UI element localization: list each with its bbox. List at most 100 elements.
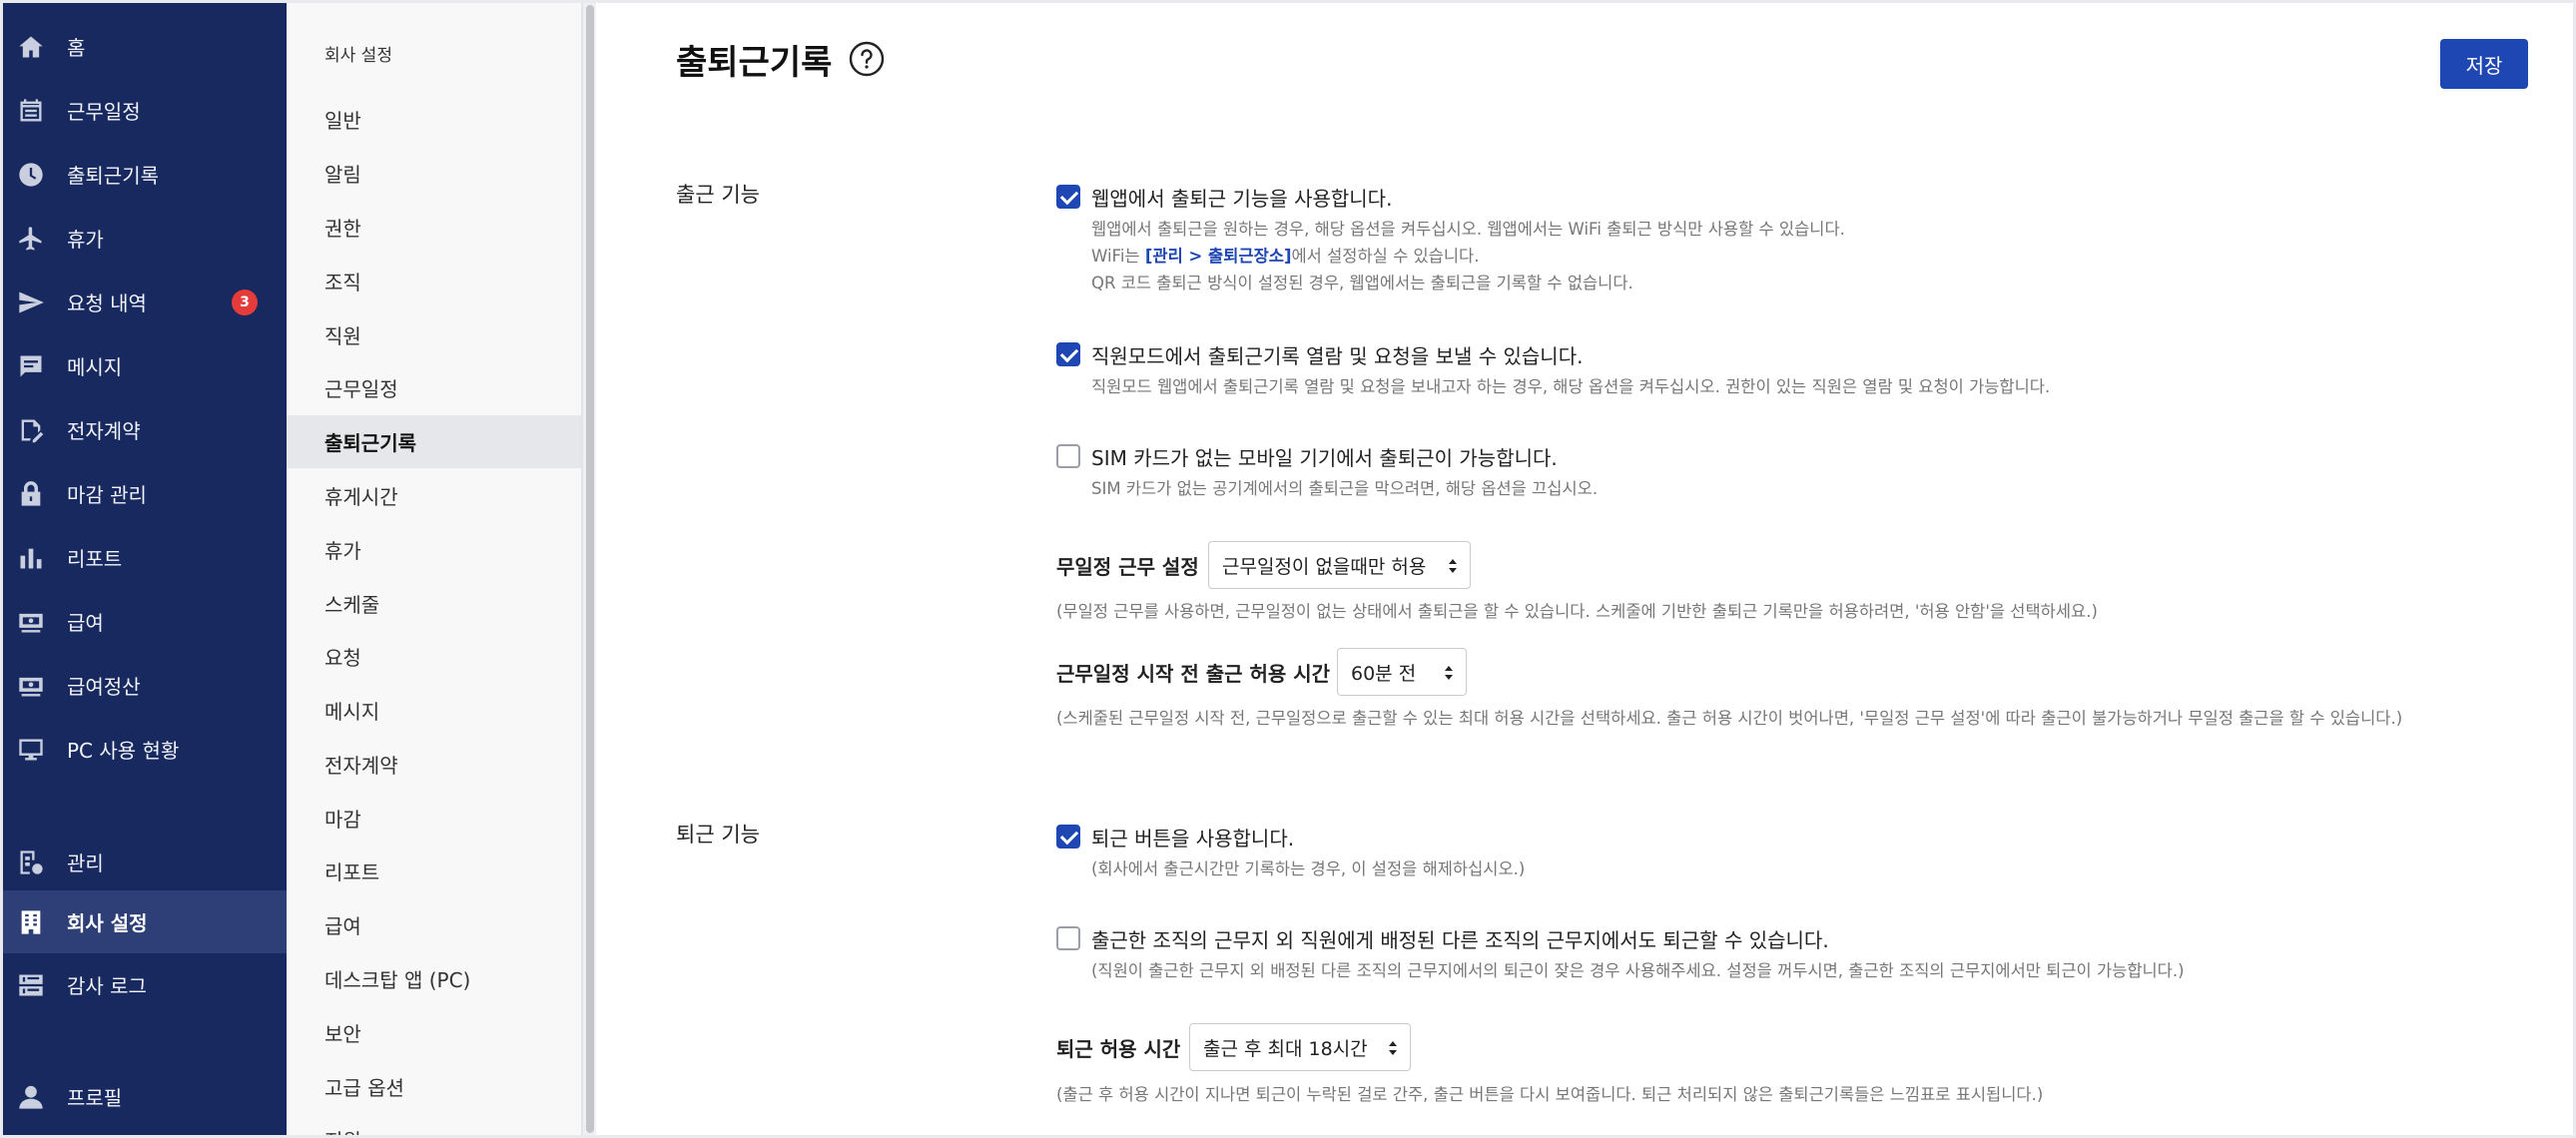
primary-nav: 홈 근무일정 출퇴근기록 휴가 요청 내역 3 메시지 전자계약 마감 관리 리… [3, 3, 287, 1135]
other-org-clock-out-checkbox[interactable] [1056, 926, 1080, 950]
app-window: 홈 근무일정 출퇴근기록 휴가 요청 내역 3 메시지 전자계약 마감 관리 리… [3, 3, 2573, 1135]
subnav-item-payroll[interactable]: 급여 [287, 898, 581, 951]
subnav-item-schedule[interactable]: 근무일정 [287, 361, 581, 414]
nav-item-company-settings[interactable]: 회사 설정 [3, 890, 287, 953]
subnav-item-desktop-app[interactable]: 데스크탑 앱 (PC) [287, 952, 581, 1005]
notification-badge: 3 [232, 288, 258, 315]
select-value: 출근 후 최대 18시간 [1203, 1037, 1368, 1060]
clock-out-allow-time-select[interactable]: 출근 후 최대 18시간 [1189, 1023, 1411, 1071]
option-description: (직원이 출근한 근무지 외 배정된 다른 조직의 근무지에서의 퇴근이 잦은 … [1091, 961, 2185, 980]
nav-item-admin[interactable]: 관리 [3, 831, 287, 893]
subnav-item-attendance[interactable]: 출퇴근기록 [287, 415, 581, 468]
nav-item-label: 출퇴근기록 [67, 164, 159, 188]
nav-item-report[interactable]: 리포트 [3, 526, 287, 589]
unscheduled-work-label: 무일정 근무 설정 [1056, 555, 1199, 579]
option-description: 웹앱에서 출퇴근을 원하는 경우, 해당 옵션을 켜두십시오. 웹앱에서는 Wi… [1091, 220, 1845, 239]
nav-item-requests[interactable]: 요청 내역 3 [3, 271, 287, 333]
clock-out-allow-time-note: (출근 후 허용 시간이 지나면 퇴근이 누락된 걸로 간주, 출근 버튼을 다… [1056, 1085, 2044, 1104]
settings-subnav: 회사 설정 일반 알림 권한 조직 직원 근무일정 출퇴근기록 휴게시간 휴가 … [287, 3, 582, 1135]
early-clock-in-note: (스케줄된 근무일정 시작 전, 근무일정으로 출근할 수 있는 최대 허용 시… [1056, 709, 2403, 728]
subnav-item-employees[interactable]: 직원 [287, 308, 581, 361]
subnav-item-advanced[interactable]: 고급 옵션 [287, 1060, 581, 1113]
unscheduled-work-select[interactable]: 근무일정이 없을때만 허용 [1208, 541, 1471, 589]
subnav-item-general[interactable]: 일반 [287, 93, 581, 146]
nav-item-e-contract[interactable]: 전자계약 [3, 398, 287, 461]
option-label: SIM 카드가 없는 모바일 기기에서 출퇴근이 가능합니다. [1091, 446, 1558, 470]
subnav-item-messages[interactable]: 메시지 [287, 684, 581, 737]
subnav-item-organization[interactable]: 조직 [287, 255, 581, 307]
subnav-item-e-contract[interactable]: 전자계약 [287, 738, 581, 791]
attendance-location-link[interactable]: [관리 > 출퇴근장소] [1145, 247, 1292, 266]
nav-item-home[interactable]: 홈 [3, 15, 287, 78]
nav-item-leave[interactable]: 휴가 [3, 207, 287, 270]
employee-mode-checkbox[interactable] [1056, 342, 1080, 366]
admin-icon [17, 849, 45, 876]
save-button[interactable]: 저장 [2440, 39, 2528, 89]
nav-item-label: 근무일정 [67, 100, 141, 124]
help-icon[interactable] [849, 41, 885, 77]
scrollbar-thumb[interactable] [586, 5, 594, 1133]
section-label-clock-out: 퇴근 기능 [676, 823, 760, 847]
select-arrows-icon [1445, 666, 1453, 680]
nav-item-closing[interactable]: 마감 관리 [3, 462, 287, 525]
nav-item-label: 리포트 [67, 547, 123, 571]
subnav-item-leave[interactable]: 휴가 [287, 523, 581, 576]
nav-item-payroll-settlement[interactable]: 급여정산 [3, 654, 287, 717]
subnav-item-closing[interactable]: 마감 [287, 792, 581, 845]
nav-item-payroll[interactable]: 급여 [3, 590, 287, 653]
subnav-item-support[interactable]: 지원 [287, 1113, 581, 1135]
nav-item-pc-usage[interactable]: PC 사용 현황 [3, 718, 287, 781]
paper-plane-icon [17, 288, 45, 316]
select-value: 근무일정이 없을때만 허용 [1222, 555, 1427, 578]
subnav-item-shifts[interactable]: 스케줄 [287, 577, 581, 630]
payroll-icon [17, 608, 45, 636]
section-label-clock-in: 출근 기능 [676, 183, 760, 207]
option-description: QR 코드 출퇴근 방식이 설정된 경우, 웹앱에서는 출퇴근을 기록할 수 없… [1091, 274, 1633, 292]
description-text: WiFi는 [1091, 247, 1145, 266]
nav-item-label: 관리 [67, 852, 104, 875]
nav-item-attendance[interactable]: 출퇴근기록 [3, 143, 287, 206]
audit-log-icon [17, 971, 45, 999]
nav-item-label: PC 사용 현황 [67, 739, 180, 763]
early-clock-in-select[interactable]: 60분 전 [1337, 648, 1467, 696]
lock-icon [17, 480, 45, 508]
subnav-item-requests[interactable]: 요청 [287, 630, 581, 683]
nav-item-label: 전자계약 [67, 419, 141, 443]
subnav-scrollbar[interactable] [582, 3, 596, 1135]
airplane-icon [17, 225, 45, 253]
subnav-item-report[interactable]: 리포트 [287, 845, 581, 897]
monitor-icon [17, 736, 45, 764]
calendar-icon [17, 97, 45, 125]
payroll-settlement-icon [17, 672, 45, 700]
page-title: 출퇴근기록 [676, 43, 833, 83]
subnav-item-notifications[interactable]: 알림 [287, 147, 581, 200]
nav-item-profile[interactable]: 프로필 [3, 1065, 287, 1128]
description-text: 에서 설정하실 수 있습니다. [1291, 247, 1480, 266]
option-description: WiFi는 [관리 > 출퇴근장소]에서 설정하실 수 있습니다. [1091, 243, 1479, 270]
nav-item-audit-log[interactable]: 감사 로그 [3, 953, 287, 1016]
select-value: 60분 전 [1351, 662, 1417, 685]
option-description: 직원모드 웹앱에서 출퇴근기록 열람 및 요청을 보내고자 하는 경우, 해당 … [1091, 377, 2051, 396]
subnav-item-breaks[interactable]: 휴게시간 [287, 469, 581, 522]
clock-out-button-checkbox[interactable] [1056, 825, 1080, 849]
option-description: SIM 카드가 없는 공기계에서의 출퇴근을 막으려면, 해당 옵션을 끄십시오… [1091, 479, 1599, 498]
select-arrows-icon [1389, 1041, 1397, 1055]
building-icon [17, 908, 45, 936]
nav-item-label: 메시지 [67, 355, 123, 379]
nav-item-label: 홈 [67, 36, 86, 60]
bar-chart-icon [17, 544, 45, 572]
web-app-attendance-checkbox[interactable] [1056, 185, 1080, 209]
nav-item-label: 급여정산 [67, 675, 141, 699]
option-label: 출근한 조직의 근무지 외 직원에게 배정된 다른 조직의 근무지에서도 퇴근할… [1091, 928, 1829, 952]
no-sim-checkbox[interactable] [1056, 444, 1080, 468]
nav-item-label: 휴가 [67, 228, 104, 252]
user-icon [17, 1083, 45, 1111]
nav-item-schedule[interactable]: 근무일정 [3, 79, 287, 142]
option-label: 웹앱에서 출퇴근 기능을 사용합니다. [1091, 187, 1393, 211]
nav-item-label: 프로필 [67, 1086, 123, 1110]
nav-item-messages[interactable]: 메시지 [3, 334, 287, 397]
contract-icon [17, 416, 45, 444]
message-icon [17, 352, 45, 380]
subnav-item-permissions[interactable]: 권한 [287, 201, 581, 254]
subnav-item-security[interactable]: 보안 [287, 1006, 581, 1059]
